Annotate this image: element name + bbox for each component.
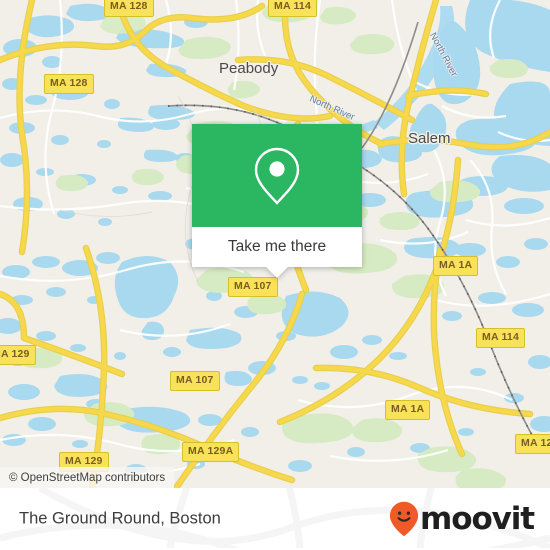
popup-action-label: Take me there <box>227 238 327 255</box>
popup-pointer-tip <box>266 267 288 278</box>
road-shield-ma-107-upper[interactable]: MA 107 <box>228 277 278 297</box>
moovit-smiley-pin-icon <box>389 501 419 537</box>
map-canvas[interactable]: Peabody Salem North River North River MA… <box>0 0 550 488</box>
moovit-map-screenshot: Peabody Salem North River North River MA… <box>0 0 550 550</box>
map-attribution-text: © OpenStreetMap contributors <box>9 471 166 484</box>
popup-image-area <box>192 124 362 227</box>
road-shield-ma-128-west[interactable]: MA 128 <box>44 74 94 94</box>
popup-action-bar[interactable]: Take me there <box>192 227 362 278</box>
moovit-wordmark: moovit <box>420 500 535 537</box>
moovit-logo[interactable]: moovit <box>389 500 535 537</box>
place-label-salem: Salem <box>408 130 451 147</box>
road-shield-ma-129-east-edge[interactable]: MA 129 <box>515 434 550 454</box>
road-shield-ma-107-lower[interactable]: MA 107 <box>170 371 220 391</box>
road-shield-ma-1a-upper[interactable]: MA 1A <box>433 256 479 276</box>
place-title: The Ground Round, Boston <box>19 509 221 528</box>
map-attribution[interactable]: © OpenStreetMap contributors <box>0 467 175 488</box>
map-pin-icon <box>254 147 300 205</box>
road-shield-ma-114-north[interactable]: MA 114 <box>268 0 317 17</box>
road-shield-ma-128-north[interactable]: MA 128 <box>104 0 154 17</box>
place-label-peabody: Peabody <box>219 60 279 77</box>
road-shield-ma-129a[interactable]: MA 129A <box>182 442 240 462</box>
location-popup-callout[interactable]: Take me there <box>192 124 362 278</box>
road-shield-ma-114-east[interactable]: MA 114 <box>476 328 525 348</box>
road-shield-ma-129-west-edge[interactable]: MA 129 <box>0 345 36 365</box>
road-shield-ma-1a-lower[interactable]: MA 1A <box>385 400 431 420</box>
footer-bar: The Ground Round, Boston moovit <box>0 488 550 550</box>
